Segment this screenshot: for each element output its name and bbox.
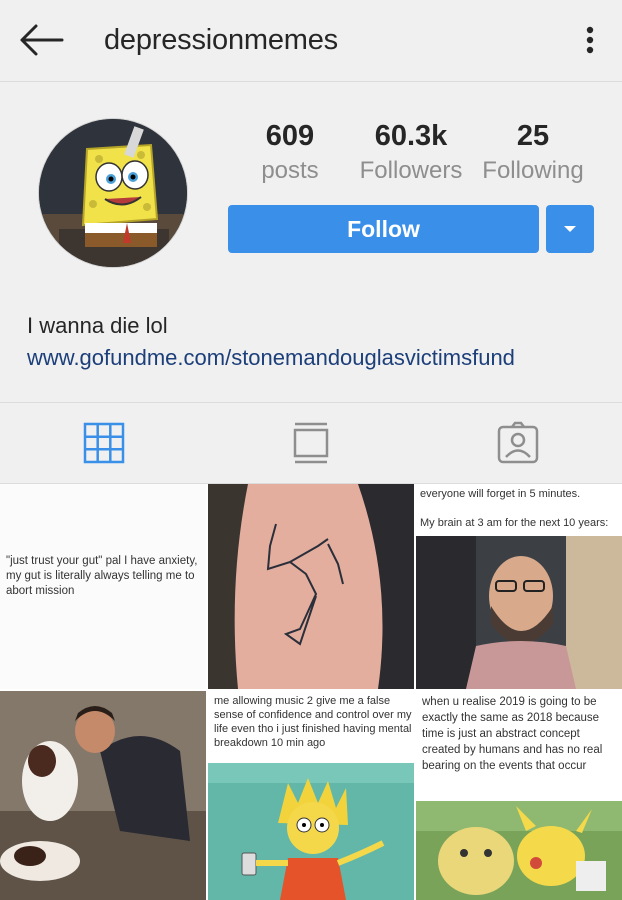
follow-button[interactable]: Follow <box>228 205 539 253</box>
more-vertical-icon[interactable] <box>578 20 602 60</box>
post-caption-text: when u realise 2019 is going to be exact… <box>422 696 603 772</box>
top-bar: depressionmemes <box>0 0 622 82</box>
post-thumbnail[interactable]: "just trust your gut" pal I have anxiety… <box>0 484 206 689</box>
tagged-person-icon[interactable] <box>496 421 540 465</box>
grid-icon[interactable] <box>82 421 126 465</box>
profile-tabs <box>0 402 622 484</box>
arrow-left-icon[interactable] <box>16 20 66 60</box>
posts-count: 609 <box>265 120 315 152</box>
post-caption-text: My brain at 3 am for the next 10 years: <box>420 517 609 529</box>
following-count: 25 <box>516 120 550 152</box>
followers-label: Followers <box>359 157 463 184</box>
suggestions-dropdown-button[interactable] <box>546 205 594 253</box>
post-thumbnail[interactable]: everyone will forget in 5 minutes. My br… <box>416 484 622 689</box>
feed-icon[interactable] <box>289 421 333 465</box>
following-stat[interactable]: 25 Following <box>476 120 590 185</box>
posts-label: posts <box>261 157 319 184</box>
post-caption-text: me allowing music 2 give me a false sens… <box>214 695 412 749</box>
post-thumbnail[interactable]: when u realise 2019 is going to be exact… <box>416 691 622 900</box>
posts-grid: "just trust your gut" pal I have anxiety… <box>0 484 622 900</box>
post-caption-text: everyone will forget in 5 minutes. <box>420 488 581 500</box>
following-label: Following <box>482 157 584 184</box>
post-thumbnail[interactable]: me allowing music 2 give me a false sens… <box>208 691 414 900</box>
avatar[interactable] <box>38 118 188 268</box>
followers-count: 60.3k <box>374 120 448 152</box>
post-thumbnail[interactable] <box>0 691 206 900</box>
followers-stat[interactable]: 60.3k Followers <box>354 120 468 185</box>
profile-bio: I wanna die lol <box>27 313 168 338</box>
post-caption-text: "just trust your gut" pal I have anxiety… <box>6 555 198 597</box>
profile-username: depressionmemes <box>104 24 338 56</box>
post-thumbnail[interactable] <box>208 484 414 689</box>
chevron-down-icon <box>564 226 576 232</box>
profile-website-link[interactable]: www.gofundme.com/stonemandouglasvictimsf… <box>27 345 515 371</box>
posts-stat[interactable]: 609 posts <box>250 120 330 185</box>
